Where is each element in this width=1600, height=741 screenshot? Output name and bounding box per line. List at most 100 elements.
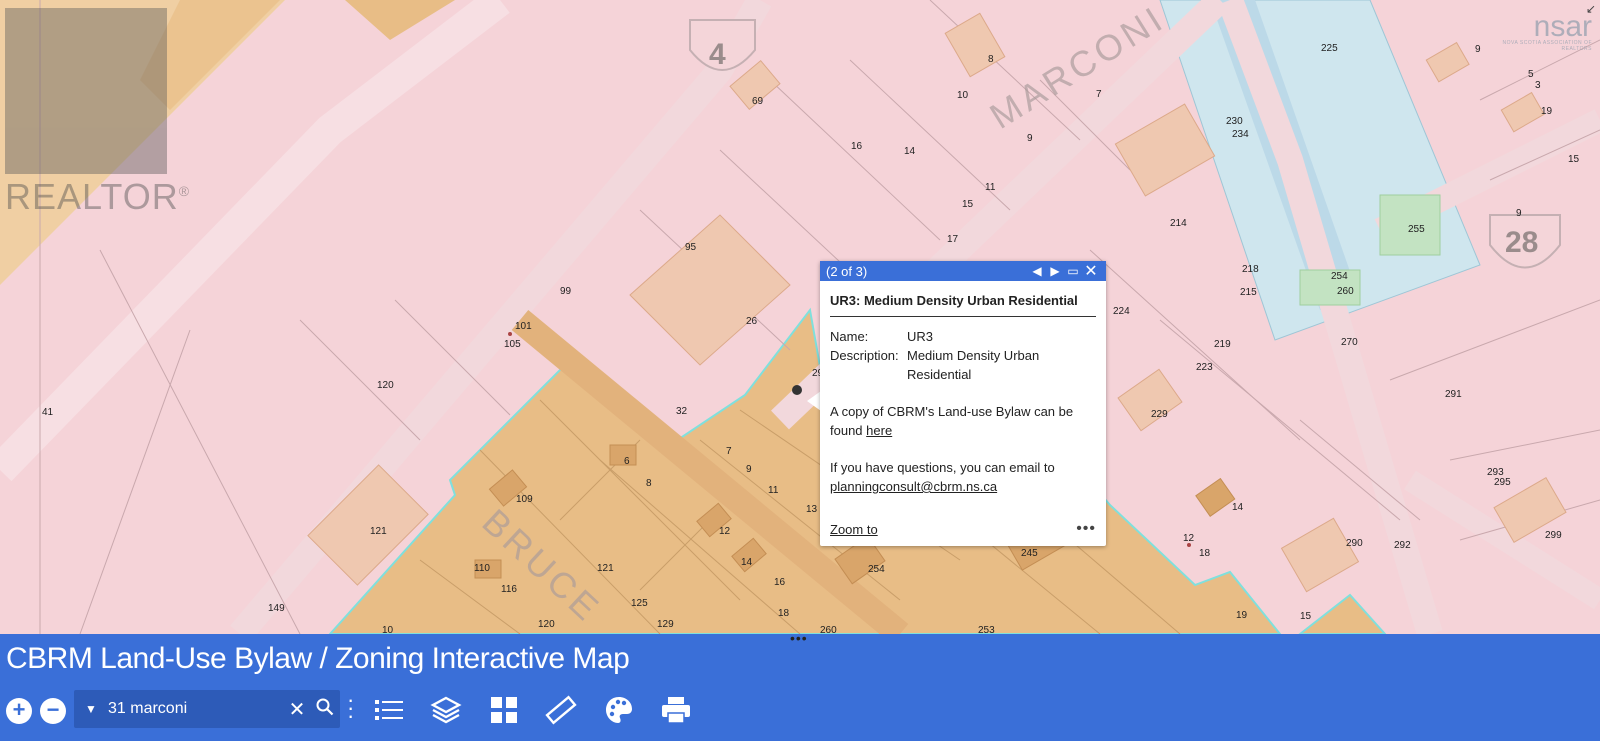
parcel-number-label: 225 [1321, 43, 1338, 54]
popup-pointer [807, 391, 821, 411]
attribute-key: Name: [830, 329, 869, 344]
parcel-number-label: 10 [957, 90, 969, 101]
parcel-number-label: 120 [538, 619, 555, 630]
parcel-number-label: 6 [624, 456, 630, 467]
parcel-number-label: 8 [988, 54, 994, 65]
next-feature-icon[interactable]: ▶ [1046, 262, 1064, 280]
palette-icon[interactable] [603, 694, 635, 726]
route-4-label: 4 [709, 38, 726, 71]
bylaw-paragraph: A copy of CBRM's Land-use Bylaw can be f… [830, 404, 1074, 438]
parcel-number-label: 116 [501, 584, 517, 595]
zoom-out-button[interactable]: − [40, 698, 66, 724]
parcel-number-label: 214 [1170, 218, 1187, 229]
parcel-number-label: 12 [719, 526, 731, 537]
parcel-number-label: 26 [746, 316, 758, 327]
parcel-number-label: 17 [947, 234, 959, 245]
expand-icon[interactable]: ↙ [1586, 2, 1596, 16]
parcel-number-label: 8 [646, 478, 652, 489]
parcel-number-label: 5 [1528, 69, 1534, 80]
parcel-number-label: 121 [597, 563, 614, 574]
parcel-number-label: 105 [504, 339, 521, 350]
realtor-watermark: REALTOR® [0, 0, 189, 220]
email-link[interactable]: planningconsult@cbrm.ns.ca [830, 479, 997, 494]
parcel-number-label: 18 [778, 608, 790, 619]
print-icon[interactable] [660, 694, 692, 726]
parcel-number-label: 95 [685, 242, 697, 253]
layer-list-icon[interactable] [373, 694, 405, 726]
questions-paragraph: If you have questions, you can email to … [830, 460, 1055, 494]
map-canvas[interactable]: 4 28 MARCONI BRUCE 86910 7916 141115172142… [0, 0, 1600, 634]
search-source-dropdown-icon[interactable]: ▼ [74, 702, 108, 716]
zoom-in-button[interactable]: + [6, 698, 32, 724]
parcel-number-label: 260 [820, 625, 837, 634]
parcel-number-label: 11 [768, 485, 779, 496]
parcel-number-label: 12 [1183, 533, 1195, 544]
parcel-number-label: 69 [752, 96, 764, 107]
parcel-number-label: 260 [1337, 286, 1354, 297]
close-icon[interactable]: ✕ [1082, 262, 1100, 280]
search-input[interactable]: 31 marconi [108, 700, 284, 718]
popup-content: UR3: Medium Density Urban Residential Na… [820, 281, 1106, 502]
panel-resize-handle-icon[interactable]: ••• [790, 630, 808, 646]
parcel-number-label: 230 [1226, 116, 1243, 127]
zoom-to-link[interactable]: Zoom to [830, 522, 878, 537]
selected-point-marker [792, 385, 802, 395]
more-options-icon[interactable]: · · · [347, 689, 354, 727]
parcel-number-label: 224 [1113, 306, 1130, 317]
previous-feature-icon[interactable]: ◀ [1028, 262, 1046, 280]
feature-popup: (2 of 3) ◀ ▶ ▭ ✕ UR3: Medium Density Urb… [820, 261, 1106, 546]
parcel-number-label: 101 [515, 321, 532, 332]
bylaw-link[interactable]: here [866, 423, 892, 438]
parcel-number-label: 292 [1394, 540, 1411, 551]
parcel-number-label: 121 [370, 526, 387, 537]
more-actions-icon[interactable]: ••• [1076, 520, 1096, 538]
parcel-number-label: 15 [1300, 611, 1312, 622]
parcel-number-label: 110 [474, 563, 490, 574]
parcel-number-label: 32 [676, 406, 688, 417]
parcel-number-label: 295 [1494, 477, 1511, 488]
parcel-number-label: 234 [1232, 129, 1249, 140]
parcel-number-label: 219 [1214, 339, 1231, 350]
parcel-number-label: 218 [1242, 264, 1259, 275]
popup-footer: Zoom to ••• [820, 502, 1106, 546]
parcel-number-label: 19 [1541, 106, 1553, 117]
parcel-number-label: 129 [657, 619, 674, 630]
parcel-number-label: 9 [1516, 208, 1522, 219]
search-box[interactable]: ▼ 31 marconi ✕ [74, 690, 340, 728]
parcel-number-label: 15 [962, 199, 974, 210]
parcel-number-label: 19 [1236, 610, 1248, 621]
parcel-number-label: 290 [1346, 538, 1363, 549]
parcel-number-label: 16 [851, 141, 863, 152]
basemap-gallery-icon[interactable] [488, 694, 520, 726]
parcel-number-label: 215 [1240, 287, 1257, 298]
parcel-number-label: 254 [868, 564, 885, 575]
parcel-number-label: 270 [1341, 337, 1358, 348]
parcel-number-label: 299 [1545, 530, 1562, 541]
parcel-number-label: 291 [1445, 389, 1462, 400]
layers-icon[interactable] [430, 694, 462, 726]
parcel-number-label: 14 [1232, 502, 1244, 513]
parcel-number-label: 41 [42, 407, 54, 418]
attribute-row: Name: UR3 [830, 327, 1096, 346]
app-title: CBRM Land-Use Bylaw / Zoning Interactive… [6, 642, 630, 675]
parcel-number-label: 16 [774, 577, 786, 588]
parcel-number-label: 7 [726, 446, 732, 457]
parcel-number-label: 14 [741, 557, 753, 568]
attribute-row: Description: Medium Density Urban Reside… [830, 346, 1096, 384]
parcel-number-label: 253 [978, 625, 995, 634]
clear-search-icon[interactable]: ✕ [284, 697, 310, 722]
maximize-icon[interactable]: ▭ [1064, 262, 1082, 280]
search-icon[interactable] [310, 698, 340, 721]
popup-title: UR3: Medium Density Urban Residential [830, 291, 1096, 317]
parcel-number-label: 125 [631, 598, 648, 609]
measure-icon[interactable] [545, 694, 577, 726]
parcel-number-label: 120 [377, 380, 394, 391]
bottom-panel: CBRM Land-Use Bylaw / Zoning Interactive… [0, 634, 1600, 741]
parcel-number-label: 15 [1568, 154, 1580, 165]
parcel-number-label: 3 [1535, 80, 1541, 91]
route-28-label: 28 [1505, 226, 1538, 259]
parcel-number-label: 18 [1199, 548, 1211, 559]
map-view[interactable]: 4 28 MARCONI BRUCE 8 69 10 7 9 16 14 11 15 17 214 2… [0, 0, 1600, 634]
realtor-logo-icon [5, 8, 167, 174]
nsar-watermark: nsar NOVA SCOTIA ASSOCIATION OF REALTORS [1502, 10, 1593, 52]
